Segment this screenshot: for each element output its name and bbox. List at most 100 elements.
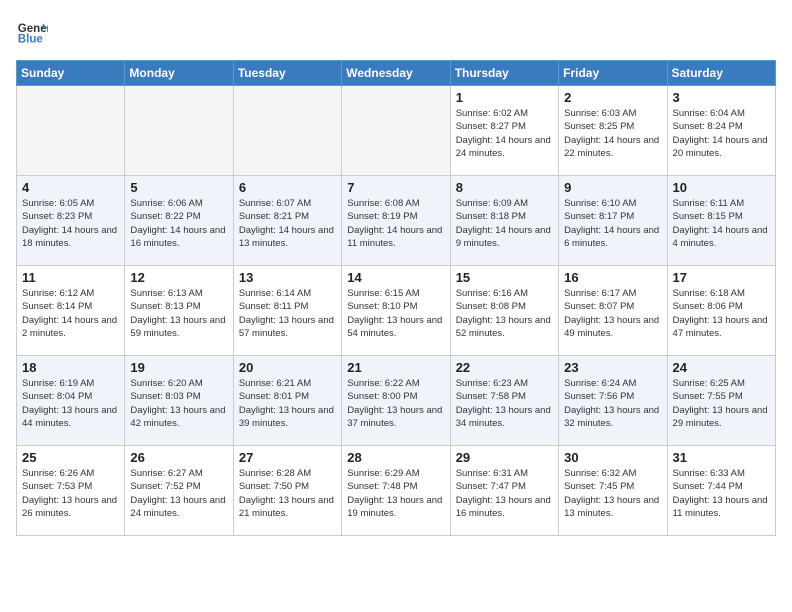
cell-info: Sunrise: 6:05 AMSunset: 8:23 PMDaylight:… [22, 197, 119, 250]
day-number: 6 [239, 180, 336, 195]
calendar-cell: 13Sunrise: 6:14 AMSunset: 8:11 PMDayligh… [233, 266, 341, 356]
cell-info: Sunrise: 6:26 AMSunset: 7:53 PMDaylight:… [22, 467, 119, 520]
calendar-cell [125, 86, 233, 176]
calendar-cell: 16Sunrise: 6:17 AMSunset: 8:07 PMDayligh… [559, 266, 667, 356]
calendar-cell: 26 Sunrise: 6:27 AMSunset: 7:52 PMDayligh… [125, 446, 233, 536]
cell-info: Sunrise: 6:19 AMSunset: 8:04 PMDaylight:… [22, 377, 119, 430]
day-number: 10 [673, 180, 770, 195]
calendar-cell: 17 Sunrise: 6:18 AMSunset: 8:06 PMDayligh… [667, 266, 775, 356]
calendar-cell: 14 Sunrise: 6:15 AMSunset: 8:10 PMDayligh… [342, 266, 450, 356]
calendar-cell: 30Sunrise: 6:32 AMSunset: 7:45 PMDayligh… [559, 446, 667, 536]
calendar-cell: 31 Sunrise: 6:33 AMSunset: 7:44 PMDayligh… [667, 446, 775, 536]
day-number: 20 [239, 360, 336, 375]
calendar-cell: 6 Sunrise: 6:07 AMSunset: 8:21 PMDaylight… [233, 176, 341, 266]
day-number: 28 [347, 450, 444, 465]
calendar-cell: 29 Sunrise: 6:31 AMSunset: 7:47 PMDayligh… [450, 446, 558, 536]
cell-info: Sunrise: 6:28 AMSunset: 7:50 PMDaylight:… [239, 467, 336, 520]
cell-info: Sunrise: 6:02 AMSunset: 8:27 PMDaylight:… [456, 107, 553, 160]
day-number: 15 [456, 270, 553, 285]
day-number: 29 [456, 450, 553, 465]
day-number: 2 [564, 90, 661, 105]
day-number: 8 [456, 180, 553, 195]
calendar-cell: 23 Sunrise: 6:24 AMSunset: 7:56 PMDayligh… [559, 356, 667, 446]
day-number: 1 [456, 90, 553, 105]
day-number: 12 [130, 270, 227, 285]
calendar-cell: 21 Sunrise: 6:22 AMSunset: 8:00 PMDayligh… [342, 356, 450, 446]
calendar-cell: 19Sunrise: 6:20 AMSunset: 8:03 PMDayligh… [125, 356, 233, 446]
calendar-cell: 3 Sunrise: 6:04 AMSunset: 8:24 PMDaylight… [667, 86, 775, 176]
day-number: 4 [22, 180, 119, 195]
day-header-saturday: Saturday [667, 61, 775, 86]
cell-info: Sunrise: 6:16 AMSunset: 8:08 PMDaylight:… [456, 287, 553, 340]
day-number: 7 [347, 180, 444, 195]
calendar-cell: 28 Sunrise: 6:29 AMSunset: 7:48 PMDayligh… [342, 446, 450, 536]
calendar-cell: 9 Sunrise: 6:10 AMSunset: 8:17 PMDaylight… [559, 176, 667, 266]
day-number: 27 [239, 450, 336, 465]
day-header-friday: Friday [559, 61, 667, 86]
day-number: 14 [347, 270, 444, 285]
calendar-cell [233, 86, 341, 176]
cell-info: Sunrise: 6:11 AMSunset: 8:15 PMDaylight:… [673, 197, 770, 250]
cell-info: Sunrise: 6:14 AMSunset: 8:11 PMDaylight:… [239, 287, 336, 340]
cell-info: Sunrise: 6:07 AMSunset: 8:21 PMDaylight:… [239, 197, 336, 250]
cell-info: Sunrise: 6:22 AMSunset: 8:00 PMDaylight:… [347, 377, 444, 430]
calendar-cell: 1 Sunrise: 6:02 AMSunset: 8:27 PMDaylight… [450, 86, 558, 176]
calendar-cell: 25 Sunrise: 6:26 AMSunset: 7:53 PMDayligh… [17, 446, 125, 536]
cell-info: Sunrise: 6:17 AMSunset: 8:07 PMDaylight:… [564, 287, 661, 340]
calendar-cell [17, 86, 125, 176]
calendar-cell: 11 Sunrise: 6:12 AMSunset: 8:14 PMDayligh… [17, 266, 125, 356]
cell-info: Sunrise: 6:12 AMSunset: 8:14 PMDaylight:… [22, 287, 119, 340]
day-number: 17 [673, 270, 770, 285]
day-number: 11 [22, 270, 119, 285]
svg-text:Blue: Blue [18, 34, 44, 46]
page-header: General Blue [16, 16, 776, 48]
cell-info: Sunrise: 6:15 AMSunset: 8:10 PMDaylight:… [347, 287, 444, 340]
day-number: 26 [130, 450, 227, 465]
cell-info: Sunrise: 6:08 AMSunset: 8:19 PMDaylight:… [347, 197, 444, 250]
day-number: 9 [564, 180, 661, 195]
calendar-cell [342, 86, 450, 176]
cell-info: Sunrise: 6:04 AMSunset: 8:24 PMDaylight:… [673, 107, 770, 160]
cell-info: Sunrise: 6:10 AMSunset: 8:17 PMDaylight:… [564, 197, 661, 250]
day-number: 23 [564, 360, 661, 375]
cell-info: Sunrise: 6:27 AMSunset: 7:52 PMDaylight:… [130, 467, 227, 520]
day-header-sunday: Sunday [17, 61, 125, 86]
calendar-cell: 12 Sunrise: 6:13 AMSunset: 8:13 PMDayligh… [125, 266, 233, 356]
cell-info: Sunrise: 6:13 AMSunset: 8:13 PMDaylight:… [130, 287, 227, 340]
cell-info: Sunrise: 6:29 AMSunset: 7:48 PMDaylight:… [347, 467, 444, 520]
calendar-table: SundayMondayTuesdayWednesdayThursdayFrid… [16, 60, 776, 536]
day-number: 22 [456, 360, 553, 375]
calendar-cell: 8 Sunrise: 6:09 AMSunset: 8:18 PMDaylight… [450, 176, 558, 266]
day-header-wednesday: Wednesday [342, 61, 450, 86]
calendar-cell: 27 Sunrise: 6:28 AMSunset: 7:50 PMDayligh… [233, 446, 341, 536]
logo: General Blue [16, 16, 48, 48]
day-header-thursday: Thursday [450, 61, 558, 86]
day-number: 24 [673, 360, 770, 375]
calendar-cell: 5 Sunrise: 6:06 AMSunset: 8:22 PMDaylight… [125, 176, 233, 266]
calendar-cell: 24Sunrise: 6:25 AMSunset: 7:55 PMDayligh… [667, 356, 775, 446]
day-number: 21 [347, 360, 444, 375]
calendar-cell: 22 Sunrise: 6:23 AMSunset: 7:58 PMDayligh… [450, 356, 558, 446]
day-number: 5 [130, 180, 227, 195]
day-number: 19 [130, 360, 227, 375]
day-number: 30 [564, 450, 661, 465]
calendar-cell: 20Sunrise: 6:21 AMSunset: 8:01 PMDayligh… [233, 356, 341, 446]
day-number: 25 [22, 450, 119, 465]
calendar-cell: 7 Sunrise: 6:08 AMSunset: 8:19 PMDaylight… [342, 176, 450, 266]
calendar-cell: 10 Sunrise: 6:11 AMSunset: 8:15 PMDayligh… [667, 176, 775, 266]
cell-info: Sunrise: 6:33 AMSunset: 7:44 PMDaylight:… [673, 467, 770, 520]
cell-info: Sunrise: 6:23 AMSunset: 7:58 PMDaylight:… [456, 377, 553, 430]
cell-info: Sunrise: 6:03 AMSunset: 8:25 PMDaylight:… [564, 107, 661, 160]
cell-info: Sunrise: 6:18 AMSunset: 8:06 PMDaylight:… [673, 287, 770, 340]
day-number: 31 [673, 450, 770, 465]
day-number: 3 [673, 90, 770, 105]
cell-info: Sunrise: 6:24 AMSunset: 7:56 PMDaylight:… [564, 377, 661, 430]
calendar-cell: 18 Sunrise: 6:19 AMSunset: 8:04 PMDayligh… [17, 356, 125, 446]
cell-info: Sunrise: 6:31 AMSunset: 7:47 PMDaylight:… [456, 467, 553, 520]
cell-info: Sunrise: 6:06 AMSunset: 8:22 PMDaylight:… [130, 197, 227, 250]
day-number: 18 [22, 360, 119, 375]
day-header-tuesday: Tuesday [233, 61, 341, 86]
cell-info: Sunrise: 6:09 AMSunset: 8:18 PMDaylight:… [456, 197, 553, 250]
calendar-cell: 15 Sunrise: 6:16 AMSunset: 8:08 PMDayligh… [450, 266, 558, 356]
logo-icon: General Blue [16, 16, 48, 48]
